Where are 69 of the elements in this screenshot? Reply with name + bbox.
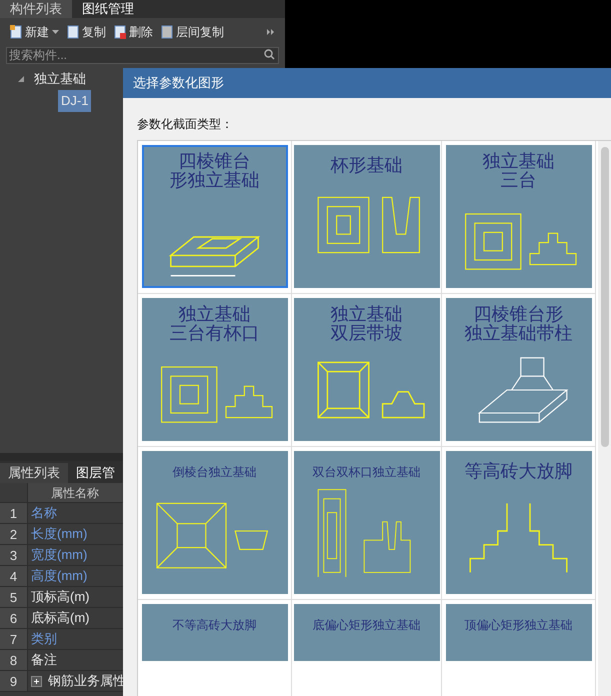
shape-title: 四棱锥台形 xyxy=(474,306,564,325)
property-name: 名称 xyxy=(31,504,57,522)
row-number: 8 xyxy=(0,650,28,670)
scrollbar[interactable] xyxy=(598,141,611,696)
toolbar-button[interactable]: 删除 xyxy=(114,23,153,41)
shape-title: 等高砖大放脚 xyxy=(464,460,572,484)
document-icon xyxy=(161,25,173,39)
dialog-title: 选择参数化图形 xyxy=(123,68,611,98)
caret-icon xyxy=(52,30,59,34)
row-number: 2 xyxy=(0,524,28,544)
toolbar-button[interactable]: 层间复制 xyxy=(161,23,224,41)
property-name: 底标高(m) xyxy=(31,609,90,628)
tree-item[interactable]: DJ-1 xyxy=(58,90,92,112)
row-number: 4 xyxy=(0,566,28,586)
panel-tab[interactable]: 属性列表 xyxy=(0,463,68,483)
property-name: 高度(mm) xyxy=(31,567,88,586)
section-label: 参数化截面类型： xyxy=(136,116,234,133)
toolbar-button[interactable]: 复制 xyxy=(67,23,106,41)
shape-title: 双台双杯口独立基础 xyxy=(312,464,420,481)
shape-title: 独立基础 xyxy=(330,306,402,325)
search-field[interactable]: 搜索构件... xyxy=(6,46,279,64)
expand-arrow-icon[interactable] xyxy=(18,76,24,82)
shape-option[interactable]: 独立基础 三台有杯口 xyxy=(142,298,288,441)
shape-title: 双层带坡 xyxy=(330,324,402,344)
shape-title: 独立基础 xyxy=(482,153,554,172)
expand-plus-icon[interactable] xyxy=(31,676,42,686)
shape-title: 底偏心矩形独立基础 xyxy=(312,617,420,634)
shape-option[interactable]: 独立基础 双层带坡 xyxy=(294,298,440,441)
toolbar-button[interactable]: 新建 xyxy=(10,23,59,41)
row-number: 6 xyxy=(0,608,28,628)
column-header: 属性名称 xyxy=(28,483,122,502)
shape-title: 四棱锥台 xyxy=(178,153,250,172)
row-number: 5 xyxy=(0,587,28,607)
shape-title: 独立基础带柱 xyxy=(464,324,572,344)
shape-option[interactable]: 四棱锥台 形独立基础 xyxy=(142,145,288,288)
document-icon xyxy=(10,25,22,39)
delete-document-icon xyxy=(114,25,126,39)
row-number: 3 xyxy=(0,545,28,565)
panel-tab[interactable]: 图层管 xyxy=(68,463,123,483)
more-icon[interactable] xyxy=(267,29,275,35)
row-number: 9 xyxy=(0,671,28,691)
property-name: 长度(mm) xyxy=(31,525,88,544)
property-name: 宽度(mm) xyxy=(31,546,88,564)
shape-option[interactable]: 底偏心矩形独立基础 xyxy=(294,604,440,661)
shape-option[interactable]: 不等高砖大放脚 xyxy=(142,604,288,661)
shape-title: 杯形基础 xyxy=(330,154,402,178)
search-icon xyxy=(264,49,275,60)
shape-title: 倒棱台独立基础 xyxy=(172,464,256,481)
shape-title: 顶偏心矩形独立基础 xyxy=(464,617,572,634)
shape-option[interactable]: 倒棱台独立基础 xyxy=(142,451,288,594)
shape-title: 形独立基础 xyxy=(170,172,260,191)
shape-option[interactable]: 独立基础 三台 xyxy=(446,145,592,288)
panel-tab[interactable]: 构件列表 xyxy=(0,0,72,18)
shape-option[interactable]: 双台双杯口独立基础 xyxy=(294,451,440,594)
property-name: 类别 xyxy=(31,630,57,648)
shape-option[interactable]: 等高砖大放脚 xyxy=(446,451,592,594)
shape-title: 三台有杯口 xyxy=(170,324,260,344)
row-number: 7 xyxy=(0,629,28,649)
shape-option[interactable]: 顶偏心矩形独立基础 xyxy=(446,604,592,661)
property-name: 备注 xyxy=(31,651,57,670)
shape-title: 不等高砖大放脚 xyxy=(172,617,256,634)
document-icon xyxy=(67,25,79,39)
shape-option[interactable]: 四棱锥台形 独立基础带柱 xyxy=(446,298,592,441)
shape-title: 独立基础 xyxy=(178,306,250,325)
shape-title: 三台 xyxy=(500,172,536,191)
tree-item[interactable]: 独立基础 xyxy=(32,69,88,89)
row-number: 1 xyxy=(0,503,28,523)
shape-option[interactable]: 杯形基础 xyxy=(294,145,440,288)
property-name: 顶标高(m) xyxy=(31,588,90,606)
